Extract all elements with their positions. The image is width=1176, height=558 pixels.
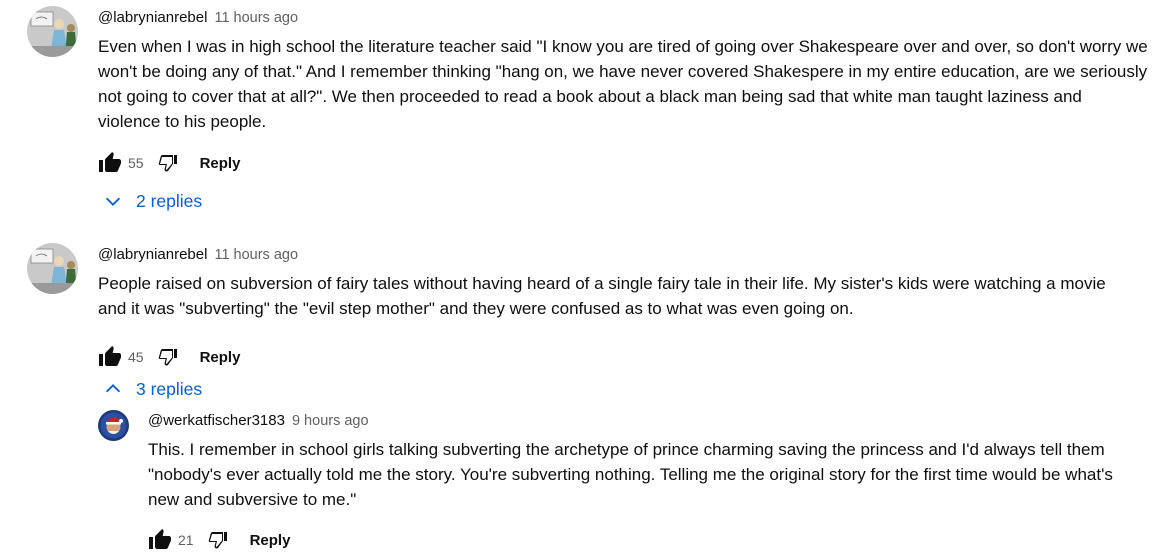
thumbs-up-icon [99, 152, 121, 172]
comment-text-line: This. I remember in school girls talking… [148, 440, 1105, 459]
comment-text-line: Even when I was in high school the liter… [98, 37, 1148, 56]
comment-header: @werkatfischer3183 9 hours ago [148, 412, 1113, 434]
comment-timestamp[interactable]: 11 hours ago [214, 10, 298, 26]
author-handle[interactable]: @labrynianrebel [98, 246, 207, 263]
like-count: 45 [128, 349, 144, 365]
avatar[interactable] [27, 6, 78, 57]
avatar[interactable] [27, 243, 78, 294]
comment-body: @labrynianrebel 11 hours ago Even when I… [98, 9, 1148, 181]
like-button[interactable] [98, 345, 122, 369]
comment-text: Even when I was in high school the liter… [98, 34, 1148, 134]
reply-button[interactable]: Reply [250, 532, 291, 549]
comment-text: People raised on subversion of fairy tal… [98, 271, 1106, 321]
dislike-button[interactable] [156, 345, 180, 369]
avatar-image [98, 410, 129, 441]
reply-comment: @werkatfischer3183 9 hours ago This. I r… [98, 410, 1113, 558]
like-button[interactable] [98, 151, 122, 175]
comment-text-line: won't be doing any of that." And I remem… [98, 62, 1148, 81]
comment-text-line: new and subversive to me." [148, 490, 357, 509]
comment-body: @labrynianrebel 11 hours ago People rais… [98, 246, 1106, 375]
thumbs-down-icon [158, 349, 177, 366]
comment-text: This. I remember in school girls talking… [148, 437, 1113, 512]
replies-count-label: 3 replies [136, 378, 203, 399]
view-replies-toggle[interactable]: 2 replies [102, 190, 202, 212]
thumbs-down-icon [208, 532, 227, 549]
chevron-up-icon [105, 384, 121, 393]
comment-text-line: not going to cover that at all?". We the… [98, 87, 1082, 106]
comment-actions: 55 Reply [98, 145, 1148, 181]
dislike-button[interactable] [156, 151, 180, 175]
comment-body: @werkatfischer3183 9 hours ago This. I r… [148, 412, 1113, 558]
comment-text-line: "nobody's ever actually told me the stor… [148, 465, 1113, 484]
comment-actions: 45 Reply [98, 339, 1106, 375]
comment-text-line: and it was "subverting" the "evil step m… [98, 299, 854, 318]
thumbs-up-icon [149, 529, 171, 549]
like-button[interactable] [148, 528, 172, 552]
comment-actions: 21 Reply [148, 522, 1113, 558]
comment-header: @labrynianrebel 11 hours ago [98, 246, 1106, 268]
avatar[interactable] [98, 410, 129, 441]
dislike-button[interactable] [206, 528, 230, 552]
like-count: 21 [178, 532, 194, 548]
author-handle[interactable]: @werkatfischer3183 [148, 412, 285, 429]
avatar-image [27, 6, 78, 57]
comment-text-line: People raised on subversion of fairy tal… [98, 274, 1106, 293]
reply-button[interactable]: Reply [200, 155, 241, 172]
comment-thread-2: @labrynianrebel 11 hours ago People rais… [27, 243, 1106, 375]
avatar-image [27, 243, 78, 294]
like-count: 55 [128, 155, 144, 171]
author-handle[interactable]: @labrynianrebel [98, 9, 207, 26]
comment-timestamp[interactable]: 9 hours ago [292, 413, 369, 429]
chevron-down-icon [105, 197, 121, 206]
thumbs-down-icon [158, 155, 177, 172]
comment-timestamp[interactable]: 11 hours ago [214, 247, 298, 263]
comment-thread-1: @labrynianrebel 11 hours ago Even when I… [27, 6, 1148, 181]
reply-button[interactable]: Reply [200, 349, 241, 366]
comment-text-line: violence to his people. [98, 112, 267, 131]
hide-replies-toggle[interactable]: 3 replies [102, 378, 202, 400]
comment-header: @labrynianrebel 11 hours ago [98, 9, 1148, 31]
thumbs-up-icon [99, 346, 121, 366]
replies-count-label: 2 replies [136, 190, 203, 211]
